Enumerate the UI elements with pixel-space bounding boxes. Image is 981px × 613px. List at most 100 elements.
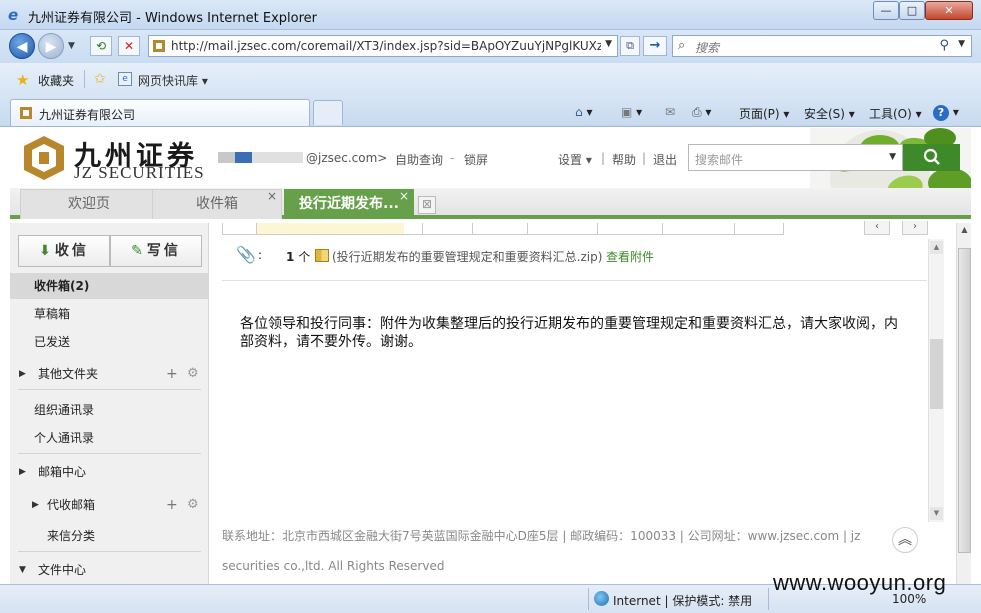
toolbar-segment[interactable] — [662, 223, 663, 234]
logout-link[interactable]: 退出 — [653, 151, 677, 168]
view-attachment-link[interactable]: 查看附件 — [606, 248, 654, 265]
toolbar-segment[interactable] — [527, 223, 528, 234]
mail-category-link[interactable]: 来信分类 — [10, 523, 209, 549]
link-dash: - — [450, 151, 455, 165]
compose-button[interactable]: ✎ 写信 — [110, 235, 202, 267]
mail-search-input[interactable]: 搜索邮件 ▼ — [688, 144, 903, 171]
toolbar-segment[interactable] — [783, 223, 784, 234]
history-dropdown-icon[interactable]: ▼ — [68, 41, 75, 51]
next-message-button[interactable]: › — [902, 221, 928, 235]
divider — [84, 70, 85, 88]
settings-link[interactable]: 设置 ▾ — [558, 151, 592, 168]
title-bar: e 九州证券有限公司 - Windows Internet Explorer —… — [0, 0, 981, 30]
attachment-filename: (投行近期发布的重要管理规定和重要资料汇总.zip) — [332, 250, 603, 264]
search-dropdown-icon[interactable]: ▼ — [958, 39, 965, 49]
address-dropdown-icon[interactable]: ▼ — [605, 39, 612, 49]
personal-contacts-link[interactable]: 个人通讯录 — [10, 425, 209, 451]
search-icon — [923, 148, 940, 165]
refresh-button[interactable]: ⟲ — [90, 36, 112, 56]
help-link[interactable]: 帮助 — [612, 151, 636, 168]
expand-arrow-icon[interactable]: ▶ — [19, 459, 26, 485]
tools-menu[interactable]: 工具(O) ▾ — [869, 105, 922, 122]
tab-inbox[interactable]: 收件箱 × — [152, 189, 282, 219]
gear-icon[interactable]: ⚙ — [187, 492, 199, 518]
favorites-button[interactable]: 收藏夹 — [38, 72, 74, 89]
pencil-icon: ✎ — [131, 243, 143, 259]
back-button[interactable]: ◀ — [9, 33, 35, 59]
self-query-link[interactable]: 自助查询 — [395, 151, 443, 168]
expand-arrow-icon[interactable]: ▶ — [32, 492, 39, 518]
search-scope-dropdown-icon[interactable]: ▼ — [889, 152, 896, 162]
mail-search-placeholder: 搜索邮件 — [695, 153, 744, 167]
browser-tab[interactable]: 九州证券有限公司 — [10, 99, 310, 126]
add-favorite-icon[interactable]: ✩ — [94, 71, 106, 87]
page-scrollbar[interactable]: ▲ — [956, 223, 971, 584]
web-slice-gallery-link[interactable]: 网页快讯库 ▾ — [138, 72, 208, 89]
read-mail-icon[interactable]: ✉ — [665, 105, 675, 119]
site-favicon-icon — [153, 40, 165, 52]
page-menu[interactable]: 页面(P) ▾ — [739, 105, 789, 122]
divider — [18, 453, 201, 454]
tab-favicon-icon — [20, 107, 32, 119]
message-view: ‹ › 📎 : 1 个 (投行近期发布的重要管理规定和重要资料汇总.zip) 查… — [210, 221, 971, 584]
org-contacts-link[interactable]: 组织通讯录 — [10, 397, 209, 423]
url-text[interactable]: http://mail.jzsec.com/coremail/XT3/index… — [171, 39, 601, 53]
address-input[interactable]: http://mail.jzsec.com/coremail/XT3/index… — [148, 35, 618, 57]
paperclip-icon: 📎 — [236, 245, 256, 264]
toolbar-segment[interactable] — [256, 223, 404, 234]
scroll-down-icon[interactable]: ▼ — [930, 507, 943, 520]
file-center[interactable]: ▼ 文件中心 — [10, 557, 209, 583]
search-icon[interactable]: ⚲ — [939, 38, 949, 53]
maximize-button[interactable]: □ — [899, 1, 925, 20]
close-window-button[interactable]: ✕ — [925, 1, 973, 20]
mail-search-button[interactable] — [903, 144, 960, 171]
ie-logo-icon: e — [8, 6, 19, 24]
help-icon[interactable]: ? ▾ — [933, 105, 959, 121]
folder-inbox[interactable]: 收件箱(2) — [10, 273, 209, 299]
proxy-mailbox[interactable]: ▶ 代收邮箱 + ⚙ — [10, 492, 209, 518]
divider — [18, 551, 201, 552]
prev-message-button[interactable]: ‹ — [864, 221, 890, 235]
tab-current-message[interactable]: 投行近期发布... × — [284, 189, 414, 219]
new-tab-button[interactable] — [313, 100, 343, 125]
folder-other[interactable]: ▶ 其他文件夹 + ⚙ — [10, 361, 209, 387]
browser-search-input[interactable]: ⌕ 搜索 ⚲ ▼ — [672, 35, 972, 57]
mailbox-center[interactable]: ▶ 邮箱中心 — [10, 459, 209, 485]
favorites-star-icon[interactable]: ★ — [16, 71, 29, 89]
receive-mail-button[interactable]: ⬇ 收信 — [18, 235, 110, 267]
window-title: 九州证券有限公司 - Windows Internet Explorer — [28, 11, 317, 26]
print-icon[interactable]: ⎙ ▾ — [692, 105, 711, 120]
close-all-tabs-icon[interactable]: ⊠ — [418, 196, 436, 214]
lock-screen-link[interactable]: 锁屏 — [464, 151, 488, 168]
scroll-up-icon[interactable]: ▲ — [958, 223, 971, 237]
security-zone-text[interactable]: Internet | 保护模式: 禁用 — [613, 592, 752, 609]
back-to-top-button[interactable]: ︽ — [892, 527, 918, 553]
safety-menu[interactable]: 安全(S) ▾ — [804, 105, 855, 122]
folder-drafts[interactable]: 草稿箱 — [10, 301, 209, 327]
scroll-thumb[interactable] — [930, 339, 943, 409]
close-tab-icon[interactable]: × — [267, 182, 277, 210]
forward-button[interactable]: ▶ — [38, 33, 64, 59]
message-scrollbar[interactable]: ▲ ▼ — [928, 239, 944, 522]
add-folder-icon[interactable]: + — [166, 361, 178, 387]
compatibility-view-icon[interactable]: ⧉ — [620, 36, 640, 56]
close-tab-icon[interactable]: × — [399, 182, 409, 210]
toolbar-segment[interactable] — [222, 223, 223, 234]
toolbar-segment[interactable] — [734, 223, 735, 234]
scroll-up-icon[interactable]: ▲ — [930, 241, 943, 254]
scroll-thumb[interactable] — [958, 248, 971, 553]
stop-button[interactable]: ✕ — [118, 36, 140, 56]
toolbar-segment[interactable] — [472, 223, 473, 234]
feeds-icon[interactable]: ▣ ▾ — [621, 105, 642, 119]
folder-sent[interactable]: 已发送 — [10, 329, 209, 355]
collapse-arrow-icon[interactable]: ▼ — [19, 557, 26, 583]
tab-welcome[interactable]: 欢迎页 — [20, 189, 158, 219]
add-proxy-icon[interactable]: + — [166, 492, 178, 518]
expand-arrow-icon[interactable]: ▶ — [19, 361, 26, 387]
toolbar-segment[interactable] — [597, 223, 598, 234]
minimize-button[interactable]: — — [873, 1, 899, 20]
toolbar-segment[interactable] — [422, 223, 423, 234]
home-icon[interactable]: ⌂ ▾ — [575, 105, 592, 119]
go-button[interactable]: → — [643, 36, 667, 56]
gear-icon[interactable]: ⚙ — [187, 361, 199, 387]
